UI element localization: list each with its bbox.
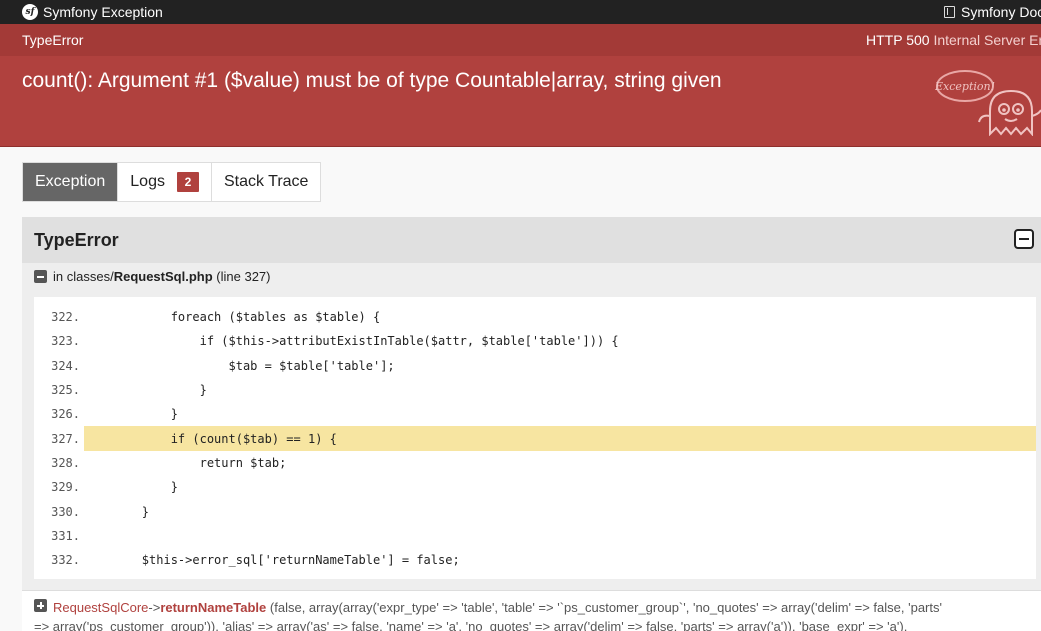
mascot-bubble-text: Exception!	[935, 80, 995, 93]
trace-function: returnNameTable	[160, 600, 267, 615]
exception-header: TypeError HTTP 500 Internal Server Error…	[0, 24, 1041, 147]
symfony-logo-icon: sf	[22, 4, 38, 20]
panel-title: TypeError	[34, 229, 119, 250]
code-text: }	[84, 480, 178, 495]
code-line: 326. }	[34, 402, 1036, 426]
code-text: }	[84, 504, 150, 519]
code-line: 332. $this->error_sql['returnNameTable']…	[34, 548, 1036, 572]
line-number: 324.	[51, 358, 80, 373]
line-number: 329.	[51, 480, 80, 495]
trace-class: RequestSqlCore	[53, 600, 149, 615]
code-text: return $tab;	[84, 455, 287, 470]
top-bar: sf Symfony Exception Symfony Docs	[0, 0, 1041, 24]
brand[interactable]: sf Symfony Exception	[22, 0, 163, 24]
trace-file-line[interactable]: in classes/RequestSql.php (line 327)	[34, 269, 270, 284]
status-code: HTTP 500	[866, 32, 930, 48]
code-text: }	[84, 383, 207, 398]
file-name: RequestSql.php	[113, 269, 213, 284]
code-text: $tab = $table['table'];	[84, 358, 395, 373]
docs-link[interactable]: Symfony Docs	[944, 0, 1041, 24]
code-text: if (count($tab) == 1) {	[84, 426, 1036, 451]
trace-arrow: ->	[148, 600, 161, 615]
line-number: 332.	[51, 553, 80, 568]
panel-header: TypeError	[22, 217, 1041, 263]
code-line: 323. if ($this->attributExistInTable($at…	[34, 329, 1036, 353]
code-text: }	[84, 407, 178, 422]
line-number: 330.	[51, 504, 80, 519]
minus-square-icon[interactable]	[34, 270, 47, 283]
http-status: HTTP 500 Internal Server Error	[866, 32, 1041, 48]
code-excerpt: 322. foreach ($tables as $table) {323. i…	[34, 297, 1036, 579]
code-line: 331.	[34, 524, 1036, 548]
line-number: 327.	[51, 431, 80, 446]
exception-message: count(): Argument #1 ($value) must be of…	[22, 69, 722, 92]
exception-subheader: TypeError HTTP 500 Internal Server Error	[0, 24, 1041, 56]
trace-args-line-2: => array('ps_customer_group')), 'alias' …	[34, 619, 908, 631]
exception-panel: TypeError in classes/RequestSql.php (lin…	[22, 217, 1041, 631]
logs-count-badge: 2	[176, 172, 199, 192]
file-prefix: in classes/	[53, 269, 114, 284]
book-icon	[944, 6, 955, 18]
trace-args-line-1: (false, array(array('expr_type' => 'tabl…	[269, 600, 942, 615]
status-text: Internal Server Error	[933, 32, 1041, 48]
line-number: 323.	[51, 334, 80, 349]
code-line: 322. foreach ($tables as $table) {	[34, 305, 1036, 329]
exception-class: TypeError	[22, 32, 84, 48]
line-number: 326.	[51, 407, 80, 422]
code-text: foreach ($tables as $table) {	[84, 310, 381, 325]
tab-label: Stack Trace	[223, 173, 309, 190]
code-line: 324. $tab = $table['table'];	[34, 354, 1036, 378]
code-line: 325. }	[34, 378, 1036, 402]
tabs: Exception Logs 2 Stack Trace	[22, 162, 322, 202]
tab-label: Logs	[130, 173, 165, 190]
code-line: 329. }	[34, 475, 1036, 499]
plus-square-icon[interactable]	[34, 599, 47, 612]
line-number: 325.	[51, 383, 80, 398]
code-text: $this->error_sql['returnNameTable'] = fa…	[84, 553, 460, 568]
collapse-icon[interactable]	[1014, 229, 1034, 249]
line-number: 331.	[51, 528, 80, 543]
line-number: 328.	[51, 455, 80, 470]
code-line: 330. }	[34, 499, 1036, 523]
code-text: if ($this->attributExistInTable($attr, $…	[84, 334, 619, 349]
app-title: Symfony Exception	[43, 4, 163, 20]
tab-stack-trace[interactable]: Stack Trace	[212, 163, 320, 201]
code-line: 327. if (count($tab) == 1) {	[34, 426, 1036, 451]
exception-ghost-icon: Exception!	[935, 70, 1041, 136]
stack-trace-item: RequestSqlCore->returnNameTable (false, …	[22, 590, 1041, 631]
file-line-number: (line 327)	[216, 269, 271, 284]
code-line: 328. return $tab;	[34, 451, 1036, 475]
tab-label: Exception	[35, 173, 106, 190]
line-number: 322.	[51, 310, 80, 325]
tab-logs[interactable]: Logs 2	[118, 163, 212, 201]
tab-exception[interactable]: Exception	[23, 163, 119, 201]
docs-label: Symfony Docs	[961, 4, 1041, 20]
